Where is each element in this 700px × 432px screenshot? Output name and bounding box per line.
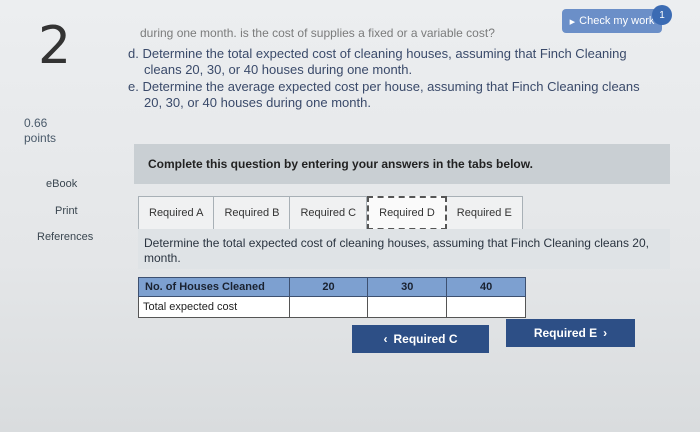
item-e-line-1: e. Determine the average expected cost p… <box>128 79 640 94</box>
cost-input-20[interactable] <box>288 296 369 318</box>
check-icon: ▸ <box>569 15 576 28</box>
houses-cleaned-header: No. of Houses Cleaned <box>138 277 290 297</box>
prev-required-label: Required C <box>393 332 458 346</box>
ebook-link[interactable]: eBook <box>46 178 77 190</box>
item-e-line-2: 20, 30, or 40 houses during one month. <box>144 95 371 110</box>
tab-required-b[interactable]: Required B <box>214 196 291 230</box>
table-row: Total expected cost <box>138 296 526 318</box>
cost-input-30[interactable] <box>367 296 448 318</box>
check-my-work-label: Check my work <box>579 15 655 27</box>
prev-required-button[interactable]: ‹ Required C <box>352 325 489 353</box>
instructions-text: Complete this question by entering your … <box>148 157 533 171</box>
answer-table: No. of Houses Cleaned 20 30 40 Total exp… <box>138 277 526 318</box>
check-my-work-button[interactable]: ▸ Check my work <box>562 9 662 33</box>
chevron-left-icon: ‹ <box>383 332 388 346</box>
print-link[interactable]: Print <box>55 205 78 217</box>
requirement-instruction: Determine the total expected cost of cle… <box>144 236 649 265</box>
question-prompt-partial: during one month. is the cost of supplie… <box>140 26 495 40</box>
cost-input-40[interactable] <box>446 296 526 318</box>
column-header-30: 30 <box>367 277 448 297</box>
tab-required-d[interactable]: Required D <box>367 196 447 230</box>
column-header-40: 40 <box>446 277 526 297</box>
column-header-20: 20 <box>288 277 369 297</box>
instructions-banner: Complete this question by entering your … <box>134 144 670 184</box>
points-label: points <box>24 131 57 145</box>
question-number: 2 <box>38 16 72 76</box>
tab-required-a[interactable]: Required A <box>138 196 215 230</box>
next-required-button[interactable]: Required E › <box>506 319 635 347</box>
table-header-row: No. of Houses Cleaned 20 30 40 <box>138 277 526 297</box>
requirement-tabs: Required A Required B Required C Require… <box>138 196 523 230</box>
references-link[interactable]: References <box>37 231 93 243</box>
tab-required-c[interactable]: Required C <box>290 196 368 230</box>
item-d-line-1: d. Determine the total expected cost of … <box>128 46 627 61</box>
tab-required-e[interactable]: Required E <box>446 196 523 230</box>
points-value: 0.66 <box>24 116 48 130</box>
points-block: 0.66 points <box>24 116 56 146</box>
total-expected-cost-label: Total expected cost <box>138 296 290 318</box>
check-count-badge: 1 <box>652 5 672 25</box>
item-d-line-2: cleans 20, 30, or 40 houses during one m… <box>144 62 413 77</box>
next-required-label: Required E <box>533 326 598 340</box>
chevron-right-icon: › <box>603 326 608 340</box>
